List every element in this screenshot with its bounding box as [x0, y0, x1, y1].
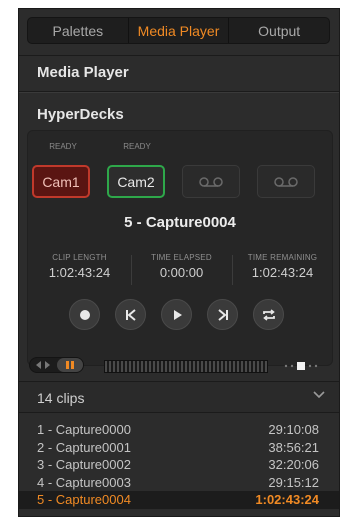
list-item[interactable]: 2 - Capture0001 38:56:21 — [19, 439, 339, 457]
previous-button[interactable] — [115, 299, 146, 330]
time-remaining-label: TIME REMAINING — [247, 253, 318, 262]
clip-name: 4 - Capture0003 — [37, 474, 131, 490]
deck-label-cam1: Cam1 — [42, 173, 80, 190]
play-icon — [173, 309, 182, 320]
deck-button-cam1[interactable]: Cam1 — [32, 165, 90, 198]
tab-output[interactable]: Output — [229, 18, 329, 43]
current-clip-name: 5 - Capture0004 — [124, 214, 236, 231]
pause-mode-icon — [56, 358, 83, 372]
divider — [19, 92, 339, 93]
clip-length-value: 1:02:43:24 — [48, 265, 111, 280]
tab-palettes[interactable]: Palettes — [28, 18, 129, 43]
deck-label-cam2: Cam2 — [117, 173, 155, 190]
time-elapsed-value: 0:00:00 — [159, 265, 204, 280]
tab-media-player[interactable]: Media Player — [129, 18, 230, 43]
tape-icon — [199, 176, 223, 187]
clips-count: 14 clips — [37, 390, 85, 406]
record-button[interactable] — [69, 299, 100, 330]
clip-list: 1 - Capture0000 29:10:08 2 - Capture0001… — [19, 421, 339, 509]
clip-length-label: CLIP LENGTH — [52, 253, 107, 262]
time-elapsed-group: TIME ELAPSED 0:00:00 — [131, 253, 232, 280]
deck-status-cam1: READY — [49, 142, 77, 151]
tape-icon — [274, 176, 298, 187]
clip-duration: 32:20:06 — [268, 457, 319, 473]
jog-shuttle-strip — [19, 357, 339, 381]
deck-button-cam2[interactable]: Cam2 — [107, 165, 165, 198]
jog-wheel[interactable] — [104, 360, 268, 373]
clip-length-group: CLIP LENGTH 1:02:43:24 — [29, 253, 130, 280]
divider — [19, 55, 339, 56]
list-item[interactable]: 4 - Capture0003 29:15:12 — [19, 474, 339, 492]
clip-duration: 29:15:12 — [268, 474, 319, 490]
clip-duration: 38:56:21 — [268, 439, 319, 455]
time-remaining-group: TIME REMAINING 1:02:43:24 — [232, 253, 333, 280]
play-button[interactable] — [161, 299, 192, 330]
next-icon — [217, 308, 228, 321]
deck-button-empty-4[interactable] — [257, 165, 315, 198]
tab-bar: Palettes Media Player Output — [27, 17, 330, 44]
media-player-panel: Palettes Media Player Output Media Playe… — [18, 8, 340, 517]
list-item[interactable]: 1 - Capture0000 29:10:08 — [19, 421, 339, 439]
clip-name: 2 - Capture0001 — [37, 439, 131, 455]
time-elapsed-label: TIME ELAPSED — [151, 253, 212, 262]
clip-duration: 1:02:43:24 — [255, 492, 319, 508]
list-item-selected[interactable]: 5 - Capture0004 1:02:43:24 — [19, 491, 339, 509]
deck-status-cam2: READY — [123, 142, 151, 151]
clip-name: 3 - Capture0002 — [37, 457, 131, 473]
hyperdecks-section-title[interactable]: HyperDecks — [37, 106, 124, 123]
clip-name: 1 - Capture0000 — [37, 422, 131, 438]
time-remaining-value: 1:02:43:24 — [251, 265, 314, 280]
previous-icon — [125, 308, 136, 321]
loop-button[interactable] — [253, 299, 284, 330]
list-item[interactable]: 3 - Capture0002 32:20:06 — [19, 456, 339, 474]
shuttle-slider[interactable] — [281, 361, 321, 371]
media-player-section-title[interactable]: Media Player — [37, 64, 129, 81]
jog-mode-icon — [30, 358, 57, 372]
jog-shuttle-toggle[interactable] — [29, 357, 84, 373]
loop-icon — [262, 308, 275, 321]
clip-duration: 29:10:08 — [268, 422, 319, 438]
deck-button-empty-3[interactable] — [182, 165, 240, 198]
clips-dropdown[interactable]: 14 clips — [19, 381, 339, 413]
clip-name: 5 - Capture0004 — [37, 492, 131, 508]
next-button[interactable] — [207, 299, 238, 330]
chevron-down-icon — [313, 391, 325, 399]
record-icon — [79, 309, 90, 320]
